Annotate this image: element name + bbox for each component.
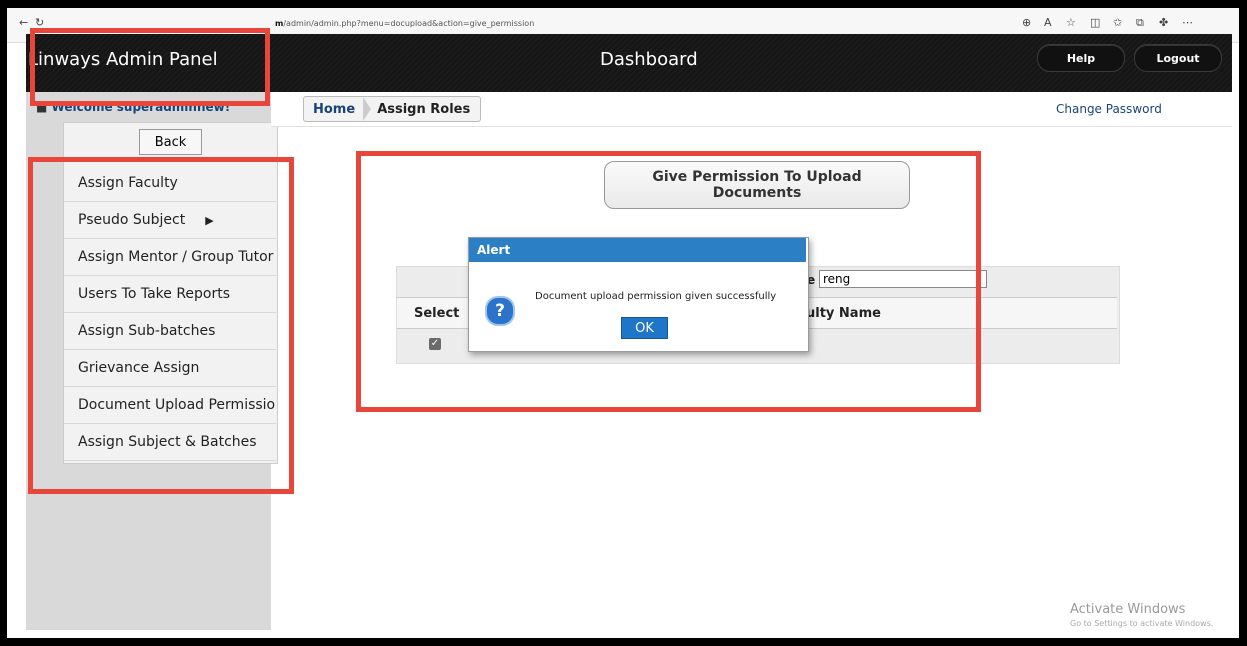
extension-icon[interactable]: ✤ — [1159, 16, 1168, 29]
breadcrumb-separator — [363, 97, 372, 121]
activation-watermark-subtitle: Go to Settings to activate Windows. — [1070, 619, 1214, 628]
logout-button[interactable]: Logout — [1134, 44, 1222, 72]
breadcrumb: Home Assign Roles — [303, 96, 482, 122]
help-button[interactable]: Help — [1037, 44, 1125, 72]
split-screen-icon[interactable]: ◫ — [1090, 16, 1100, 29]
highlight-box-content — [356, 151, 981, 412]
zoom-icon[interactable]: ⊕ — [1022, 16, 1031, 29]
breadcrumb-home[interactable]: Home — [304, 102, 363, 117]
highlight-box-brand — [30, 28, 270, 106]
breadcrumb-current[interactable]: Assign Roles — [371, 102, 480, 117]
favorite-icon[interactable]: ☆ — [1066, 16, 1076, 29]
activation-watermark-title: Activate Windows — [1070, 602, 1186, 617]
url-text[interactable]: m/admin/admin.php?menu=docupload&action=… — [275, 19, 534, 28]
highlight-box-menu — [28, 157, 294, 494]
collections-icon[interactable]: ⧉ — [1136, 16, 1144, 30]
read-aloud-icon[interactable]: A — [1044, 16, 1052, 29]
more-icon[interactable]: ⋯ — [1182, 16, 1193, 29]
back-arrow-icon[interactable]: ← — [19, 16, 28, 29]
favorites-bar-icon[interactable]: ✩ — [1113, 16, 1122, 29]
back-button[interactable]: Back — [139, 129, 202, 155]
url-path: /admin/admin.php?menu=docupload&action=g… — [283, 19, 535, 28]
page-title: Dashboard — [600, 49, 698, 70]
change-password-link[interactable]: Change Password — [1056, 102, 1162, 116]
